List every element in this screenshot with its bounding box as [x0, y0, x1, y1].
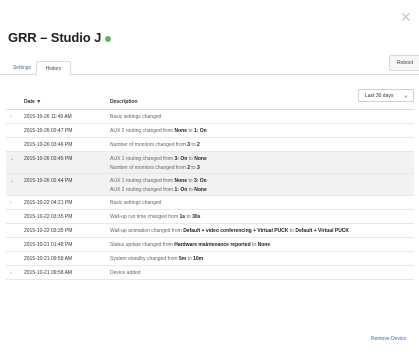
- description-value: 10m: [193, 256, 204, 262]
- table-row: 2015-10-21 09:59 AM System standby change…: [6, 252, 414, 266]
- description-text: Number of monitors changed from: [110, 142, 188, 148]
- chevron-right-icon[interactable]: ›: [10, 270, 12, 276]
- description-text: to: [250, 242, 258, 248]
- description-text: Status update changed from: [110, 242, 175, 248]
- table-row[interactable]: › 2015-10-21 09:58 AM Device added: [6, 266, 414, 280]
- tab-history[interactable]: History: [36, 61, 71, 76]
- table-row[interactable]: › 2015-10-26 11:49 AM Basic settings chang…: [6, 110, 414, 124]
- row-description: Wall-up animation changed from Default +…: [110, 228, 349, 234]
- row-date: 2015-10-26 03:47 PM: [24, 128, 73, 134]
- description-text: AUX 2 routing changed from: [110, 187, 175, 193]
- description-value: 3: On: [193, 178, 207, 184]
- chevron-down-icon[interactable]: ⌄: [10, 178, 14, 184]
- row-description: Basic settings changed: [110, 114, 161, 120]
- row-date: 2015-10-26 02:44 PM: [24, 178, 73, 184]
- description-text: Wall-up animation changed from: [110, 228, 184, 234]
- description-text: to: [190, 142, 197, 148]
- description-text: to: [186, 178, 194, 184]
- remove-device-link[interactable]: Remove Device: [371, 336, 406, 342]
- description-text: Wall-up run time changed from: [110, 214, 180, 220]
- description-text: to: [186, 128, 194, 134]
- row-description: Status update changed from Hardware main…: [110, 242, 270, 248]
- description-value: 2: [197, 142, 200, 148]
- row-date: 2015-10-22 03:35 PM: [24, 214, 73, 220]
- page-title: GRR – Studio J: [8, 30, 102, 45]
- row-description: AUX 1 routing changed from None to 3: On: [110, 178, 207, 184]
- row-date: 2015-10-22 03:35 PM: [24, 228, 73, 234]
- description-value: 3: [197, 165, 200, 171]
- description-text: Basic settings changed: [110, 200, 162, 206]
- close-icon[interactable]: ✕: [400, 10, 412, 24]
- table-row: 2015-10-26 03:46 PM Number of monitors ch…: [6, 138, 414, 152]
- row-date: 2015-10-26 11:49 AM: [24, 114, 72, 120]
- row-date: 2015-10-21 09:58 AM: [24, 270, 73, 276]
- row-date: 2015-10-21 01:48 PM: [24, 242, 73, 248]
- row-description: System standby changed from 5m to 10m: [110, 256, 203, 262]
- description-value: None: [257, 242, 271, 248]
- row-description: Basic settings changed: [110, 200, 161, 206]
- description-value: None: [174, 128, 187, 134]
- table-row[interactable]: › 2015-10-22 04:21 PM Basic settings chang…: [6, 196, 414, 210]
- description-value: None: [194, 156, 207, 162]
- row-description: AUX 2 routing changed from 1: On to None: [110, 187, 207, 193]
- chevron-right-icon[interactable]: ›: [10, 200, 12, 206]
- chevron-right-icon[interactable]: ›: [10, 114, 12, 120]
- description-text: Basic settings changed: [110, 114, 162, 120]
- description-value: None: [174, 178, 187, 184]
- description-value: 30s: [192, 214, 201, 220]
- chevron-down-icon[interactable]: ⌄: [10, 156, 14, 162]
- description-value: 1: On: [193, 128, 207, 134]
- column-header-date[interactable]: Date ▼: [24, 99, 41, 105]
- description-text: Device added: [110, 270, 141, 276]
- row-description: AUX 2 routing changed from None to 1: On: [110, 128, 207, 134]
- description-value: None: [194, 187, 207, 193]
- description-value: Default + video conferencing + Virtual P…: [183, 228, 289, 234]
- table-header: Date ▼ Description: [6, 96, 414, 110]
- row-date: 2015-10-26 03:46 PM: [24, 142, 73, 148]
- row-date: 2015-10-21 09:59 AM: [24, 256, 73, 262]
- description-text: AUX 1 routing changed from: [110, 156, 175, 162]
- row-description: Number of monitors changed from 3 to 2: [110, 142, 200, 148]
- tab-settings[interactable]: Settings: [8, 61, 36, 75]
- description-value: 1: On: [174, 187, 188, 193]
- column-header-description: Description: [110, 99, 138, 105]
- table-row: 2015-10-22 03:35 PM Wall-up run time chan…: [6, 210, 414, 224]
- table-row: 2015-10-21 01:48 PM Status update changed…: [6, 238, 414, 252]
- row-description: AUX 1 routing changed from 3: On to None: [110, 156, 207, 162]
- row-description: Number of monitors changed from 2 to 3: [110, 165, 200, 171]
- row-date: 2015-10-22 04:21 PM: [24, 200, 73, 206]
- history-table: Date ▼ Description › 2015-10-26 11:49 AM B…: [6, 96, 414, 280]
- table-row: 2015-10-26 03:47 PM AUX 2 routing changed…: [6, 124, 414, 138]
- row-date: 2015-10-26 03:45 PM: [24, 156, 73, 162]
- description-value: 3: On: [174, 156, 188, 162]
- description-text: Number of monitors changed from: [110, 165, 188, 171]
- row-description: Wall-up run time changed from 1s to 30s: [110, 214, 200, 220]
- description-text: AUX 2 routing changed from: [110, 128, 175, 134]
- table-row[interactable]: ⌄ 2015-10-26 02:44 PM AUX 1 routing change…: [6, 174, 414, 196]
- sort-desc-icon: ▼: [36, 99, 42, 105]
- table-row[interactable]: ⌄ 2015-10-26 03:45 PM AUX 1 routing change…: [6, 152, 414, 174]
- tab-bar: Settings History: [0, 61, 419, 76]
- online-status-dot: [105, 35, 112, 42]
- table-row: 2015-10-22 03:35 PM Wall-up animation cha…: [6, 224, 414, 238]
- row-description: Device added: [110, 270, 141, 276]
- page-header: GRR – Studio J: [8, 30, 112, 45]
- description-value: Hardware maintenance reported: [174, 242, 251, 248]
- description-text: System standby changed from: [110, 256, 179, 262]
- description-text: AUX 1 routing changed from: [110, 178, 175, 184]
- description-text: to: [190, 165, 197, 171]
- description-value: Default + Virtual PUCK: [295, 228, 350, 234]
